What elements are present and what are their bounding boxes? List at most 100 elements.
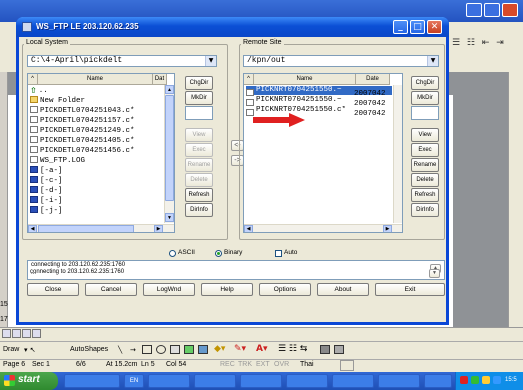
taskbar-item[interactable]: [332, 374, 374, 388]
remote-file-row[interactable]: PICKNRT0704251550.~ 2007042: [246, 86, 392, 98]
bullet-list-icons[interactable]: ☰ ☷ ⇤ ⇥: [452, 38, 506, 48]
autoshapes-menu[interactable]: AutoShapes: [70, 346, 108, 353]
help-button[interactable]: Help: [201, 283, 253, 296]
local-file-row[interactable]: [-c-]: [30, 176, 162, 185]
local-file-row[interactable]: New Folder: [30, 96, 162, 105]
close-window-button[interactable]: ✕: [427, 20, 442, 34]
local-file-row[interactable]: [-i-]: [30, 196, 162, 205]
select-pointer-icon[interactable]: ▾ ↖: [24, 346, 36, 354]
line-style-icon[interactable]: ☰ ☷ ⇆: [278, 344, 307, 354]
close-button[interactable]: Close: [27, 283, 79, 296]
tray-icon[interactable]: [460, 376, 468, 384]
scroll-left-icon[interactable]: ◀: [28, 225, 37, 232]
minimize-button[interactable]: _: [393, 20, 408, 34]
local-date-header[interactable]: Dat: [153, 74, 167, 85]
log-scroll-down-icon[interactable]: ▼: [429, 269, 440, 278]
auto-checkbox[interactable]: [275, 250, 282, 257]
local-name-header[interactable]: Name: [38, 74, 153, 85]
remote-file-list[interactable]: ^ Name Date PICKNRT0704251550.~ 2007042 PI…: [243, 73, 403, 233]
start-button[interactable]: start: [0, 372, 58, 390]
normal-view-button[interactable]: [2, 329, 11, 338]
taskbar-item[interactable]: [424, 374, 452, 388]
binary-radio[interactable]: [215, 250, 222, 257]
local-file-row[interactable]: [-a-]: [30, 166, 162, 175]
local-file-row[interactable]: [-j-]: [30, 206, 162, 215]
remote-date-header[interactable]: Date: [356, 74, 390, 85]
scroll-up-icon[interactable]: ▲: [165, 85, 174, 94]
local-mkdir-button[interactable]: MkDir: [185, 91, 213, 105]
options-button[interactable]: Options: [259, 283, 311, 296]
local-exec-button[interactable]: Exec: [185, 143, 213, 157]
local-horizontal-scrollbar[interactable]: ◀ ▶: [28, 224, 174, 232]
line-color-icon[interactable]: ✎▾: [234, 344, 246, 354]
document-vertical-scrollbar[interactable]: [508, 72, 523, 327]
local-delete-button[interactable]: Delete: [185, 173, 213, 187]
local-file-row[interactable]: PICKDETL0704251456.c*: [30, 146, 162, 155]
remote-mkdir-button[interactable]: MkDir: [411, 91, 439, 105]
taskbar-item[interactable]: [240, 374, 282, 388]
scroll-thumb[interactable]: [165, 95, 174, 201]
local-file-row[interactable]: PICKDETL0704251405.c*: [30, 136, 162, 145]
status-ovr[interactable]: OVR: [274, 361, 289, 368]
cancel-button[interactable]: Cancel: [85, 283, 137, 296]
document-horizontal-scrollbar[interactable]: [0, 327, 523, 341]
local-file-row[interactable]: PICKDETL0704251043.c*: [30, 106, 162, 115]
local-file-row[interactable]: WS_FTP.LOG: [30, 156, 162, 165]
language-indicator[interactable]: EN: [124, 374, 144, 388]
local-refresh-button[interactable]: Refresh: [185, 188, 213, 202]
scroll-left-icon[interactable]: ◀: [244, 225, 253, 232]
ascii-radio[interactable]: [169, 250, 176, 257]
status-ext[interactable]: EXT: [256, 361, 270, 368]
local-file-row[interactable]: ⇧..: [30, 86, 162, 95]
local-rename-button[interactable]: Rename: [185, 158, 213, 172]
taskbar-item[interactable]: [286, 374, 328, 388]
textbox-tool-icon[interactable]: [170, 345, 180, 354]
remote-vertical-scrollbar[interactable]: [393, 85, 402, 223]
remote-delete-button[interactable]: Delete: [411, 173, 439, 187]
remote-path-combo[interactable]: /kpn/out ▼: [243, 55, 439, 67]
tray-icon[interactable]: [493, 376, 501, 384]
exit-button[interactable]: Exit: [375, 283, 445, 296]
spelling-status-icon[interactable]: [340, 360, 354, 371]
remote-horizontal-scrollbar[interactable]: ◀ ▶: [244, 224, 402, 232]
taskbar-item[interactable]: [378, 374, 420, 388]
quick-launch[interactable]: [64, 374, 120, 388]
local-file-list[interactable]: ^ Name Dat ⇧.. New Folder PICKDETL07042510…: [27, 73, 175, 233]
remote-dirinfo-button[interactable]: DirInfo: [411, 203, 439, 217]
local-vertical-scrollbar[interactable]: ▲ ▼: [164, 85, 174, 223]
chevron-down-icon[interactable]: ▼: [205, 56, 216, 66]
scroll-down-icon[interactable]: ▼: [165, 213, 174, 222]
outline-view-button[interactable]: [32, 329, 41, 338]
local-chgdir-button[interactable]: ChgDir: [185, 76, 213, 90]
remote-rename-button[interactable]: Rename: [411, 158, 439, 172]
web-view-button[interactable]: [12, 329, 21, 338]
taskbar-item[interactable]: [148, 374, 190, 388]
local-dirinfo-button[interactable]: DirInfo: [185, 203, 213, 217]
chevron-down-icon[interactable]: ▼: [427, 56, 438, 66]
local-filter-input[interactable]: [185, 106, 213, 120]
wordart-icon[interactable]: [184, 345, 194, 354]
3d-icon[interactable]: [334, 345, 344, 354]
about-button[interactable]: About: [317, 283, 369, 296]
line-tool-icon[interactable]: ╲: [118, 346, 122, 354]
window-titlebar[interactable]: WS_FTP LE 203.120.62.235 _ □ ✕: [16, 17, 449, 37]
print-view-button[interactable]: [22, 329, 31, 338]
remote-chgdir-button[interactable]: ChgDir: [411, 76, 439, 90]
maximize-button[interactable]: □: [410, 20, 425, 34]
logwnd-button[interactable]: LogWnd: [143, 283, 195, 296]
scroll-right-icon[interactable]: ▶: [383, 225, 392, 232]
scroll-thumb[interactable]: [38, 225, 134, 232]
bg-minimize-button[interactable]: [466, 3, 482, 17]
taskbar-item[interactable]: [194, 374, 236, 388]
local-file-row[interactable]: PICKDETL0704251157.c*: [30, 116, 162, 125]
status-trk[interactable]: TRK: [238, 361, 252, 368]
status-rec[interactable]: REC: [220, 361, 235, 368]
local-file-row[interactable]: PICKDETL0704251249.c*: [30, 126, 162, 135]
arrow-tool-icon[interactable]: →: [130, 346, 136, 354]
remote-refresh-button[interactable]: Refresh: [411, 188, 439, 202]
bg-close-button[interactable]: [502, 3, 518, 17]
rectangle-tool-icon[interactable]: [142, 345, 152, 354]
local-file-row[interactable]: [-d-]: [30, 186, 162, 195]
font-color-icon[interactable]: A▾: [256, 344, 267, 354]
local-view-button[interactable]: View: [185, 128, 213, 142]
